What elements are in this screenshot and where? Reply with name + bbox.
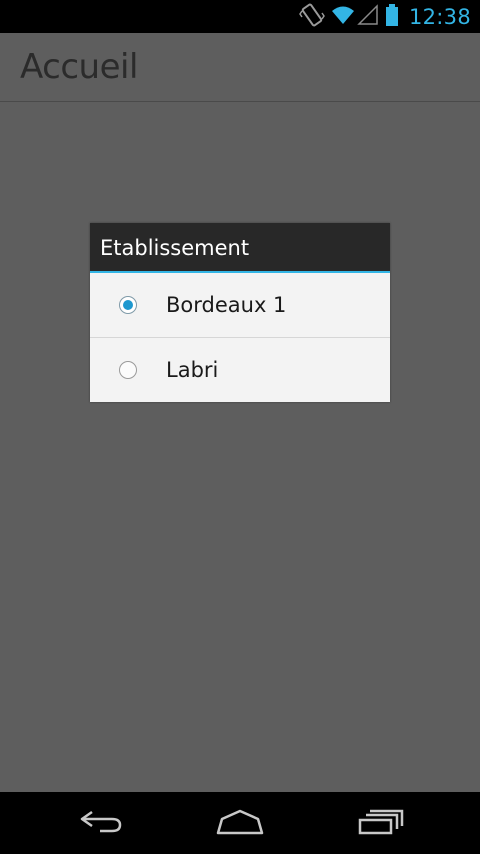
dialog-header: Etablissement <box>90 223 390 273</box>
clock: 12:38 <box>408 4 471 29</box>
option-label: Labri <box>166 358 219 382</box>
radio-button-unchecked[interactable] <box>119 361 137 379</box>
radio-button-checked[interactable] <box>119 296 137 314</box>
wifi-icon <box>331 5 355 29</box>
recent-apps-icon[interactable] <box>358 808 404 840</box>
option-label: Bordeaux 1 <box>166 293 287 317</box>
battery-icon <box>385 3 399 31</box>
page-title: Accueil <box>20 47 138 87</box>
option-bordeaux-1[interactable]: Bordeaux 1 <box>90 273 390 337</box>
option-labri[interactable]: Labri <box>90 337 390 402</box>
status-bar: 12:38 <box>0 0 480 33</box>
navigation-bar <box>0 792 480 854</box>
signal-icon <box>357 3 379 30</box>
action-bar: Accueil <box>0 33 480 102</box>
selection-dialog: Etablissement Bordeaux 1 Labri <box>90 223 390 402</box>
back-icon[interactable] <box>78 808 124 840</box>
home-icon[interactable] <box>216 808 264 840</box>
status-icons: 12:38 <box>299 0 480 33</box>
vibrate-icon <box>299 2 325 32</box>
dialog-option-list: Bordeaux 1 Labri <box>90 273 390 402</box>
dialog-title: Etablissement <box>100 236 250 260</box>
